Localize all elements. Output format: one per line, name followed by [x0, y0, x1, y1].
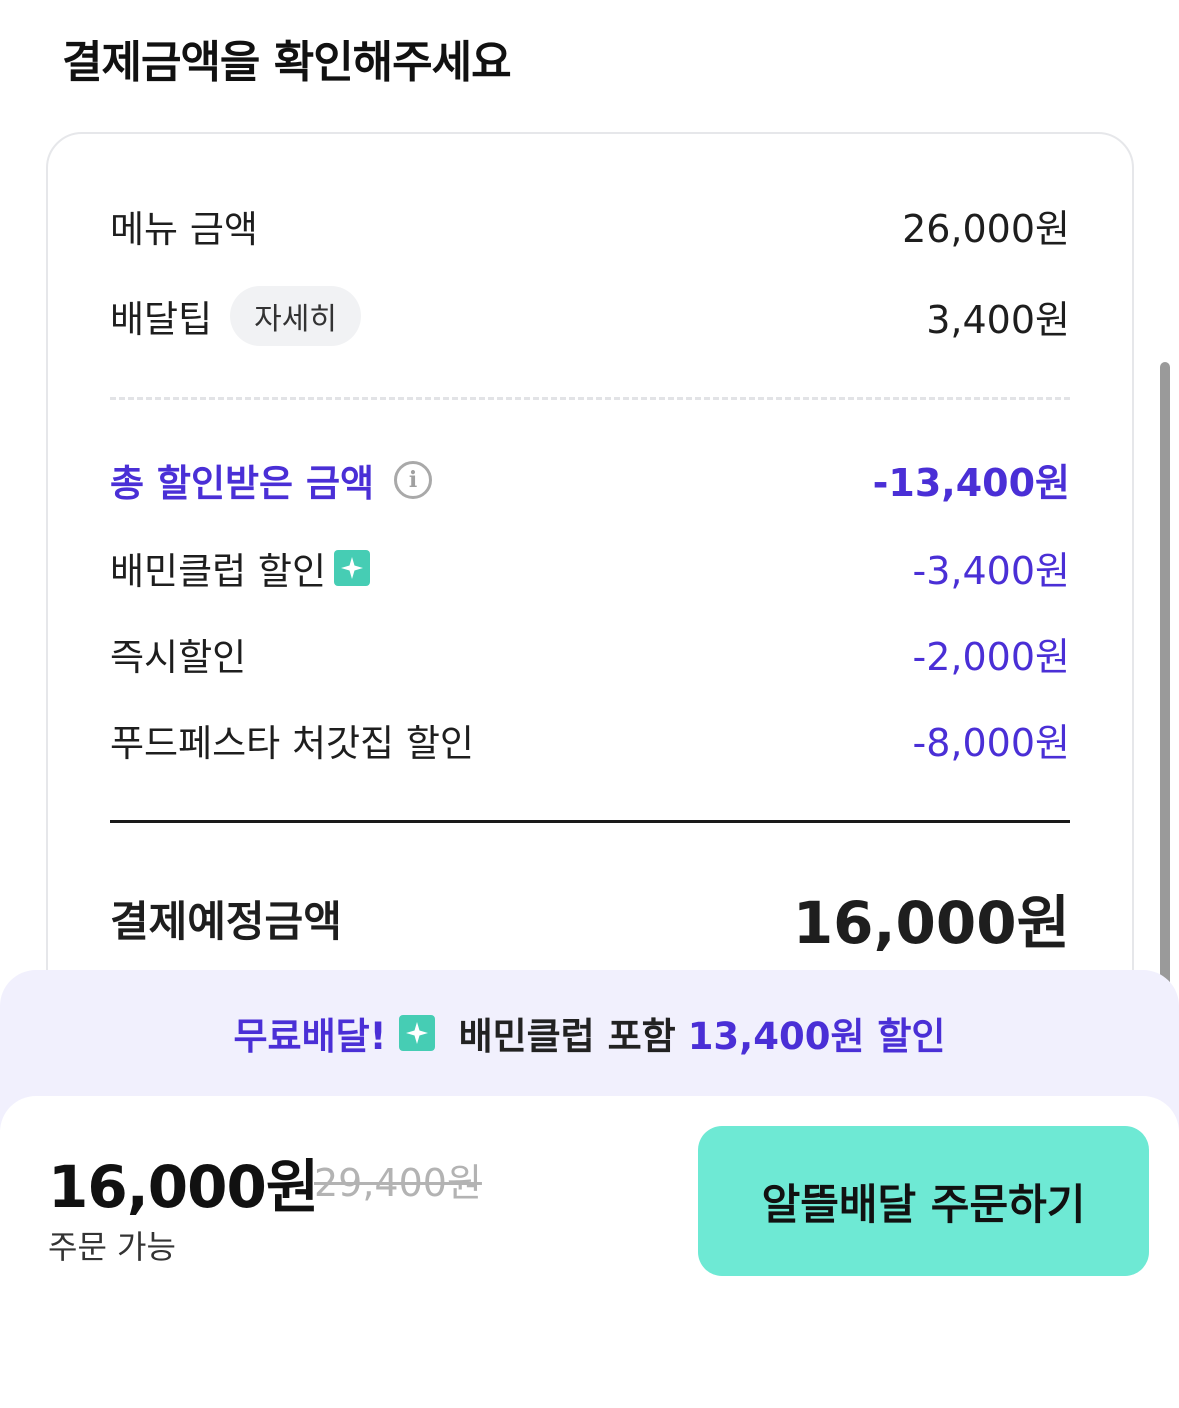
payment-amount-label: 결제예정금액	[110, 896, 342, 946]
instant-discount-label: 즉시할인	[110, 635, 247, 679]
menu-amount-value: 26,000원	[902, 207, 1070, 251]
menu-amount-row: 메뉴 금액 26,000원	[110, 198, 1070, 253]
payment-amount-value: 16,000원	[792, 889, 1070, 957]
promo-discount-text: 13,400원 할인	[687, 1015, 946, 1058]
total-discount-row: 총 할인받은 금액 i -13,400원	[110, 452, 1070, 507]
club-discount-label: 배민클럽 할인	[110, 549, 327, 593]
sparkle-badge-icon	[398, 1015, 435, 1051]
payment-summary-screen: 결제금액을 확인해주세요 메뉴 금액 26,000원 배달팁 자세히 3,400…	[0, 0, 1179, 1408]
menu-amount-label: 메뉴 금액	[110, 207, 258, 251]
total-discount-value: -13,400원	[872, 461, 1070, 505]
club-discount-value: -3,400원	[912, 549, 1070, 593]
club-discount-label-group: 배민클럽 할인	[110, 541, 371, 595]
delivery-tip-row: 배달팁 자세히 3,400원	[110, 286, 1070, 346]
discount-row-club: 배민클럽 할인 -3,400원	[110, 540, 1070, 595]
delivery-tip-label-group: 배달팁 자세히	[110, 286, 361, 346]
order-button[interactable]: 알뜰배달 주문하기	[698, 1126, 1149, 1276]
instant-discount-value: -2,000원	[912, 635, 1070, 679]
club-included-text: 배민클럽 포함	[458, 1015, 676, 1058]
total-divider	[110, 820, 1070, 823]
foodfesta-discount-value: -8,000원	[912, 721, 1070, 765]
payment-amount-row: 결제예정금액 16,000원	[110, 876, 1070, 960]
price-breakdown-card: 메뉴 금액 26,000원 배달팁 자세히 3,400원 총 할인받은 금액 i…	[46, 132, 1134, 1032]
promo-text: 무료배달! 배민클럽 포함 13,400원 할인	[0, 1006, 1179, 1060]
page-title: 결제금액을 확인해주세요	[62, 37, 512, 88]
final-price: 16,000원	[48, 1153, 319, 1221]
free-delivery-text: 무료배달!	[233, 1015, 387, 1058]
sparkle-badge-icon	[334, 549, 371, 586]
discount-row-foodfesta: 푸드페스타 처갓집 할인 -8,000원	[110, 712, 1070, 767]
delivery-tip-value: 3,400원	[926, 297, 1070, 342]
dashed-divider	[110, 397, 1070, 400]
total-discount-label-group: 총 할인받은 금액 i	[110, 453, 433, 507]
order-status: 주문 가능	[48, 1228, 176, 1266]
discount-row-instant: 즉시할인 -2,000원	[110, 626, 1070, 681]
total-discount-label: 총 할인받은 금액	[110, 461, 375, 505]
delivery-tip-detail-button[interactable]: 자세히	[230, 286, 361, 346]
foodfesta-discount-label: 푸드페스타 처갓집 할인	[110, 721, 474, 765]
delivery-tip-label: 배달팁	[110, 298, 213, 341]
info-icon[interactable]: i	[394, 460, 433, 499]
original-price-strikethrough: 29,400원	[314, 1161, 482, 1205]
